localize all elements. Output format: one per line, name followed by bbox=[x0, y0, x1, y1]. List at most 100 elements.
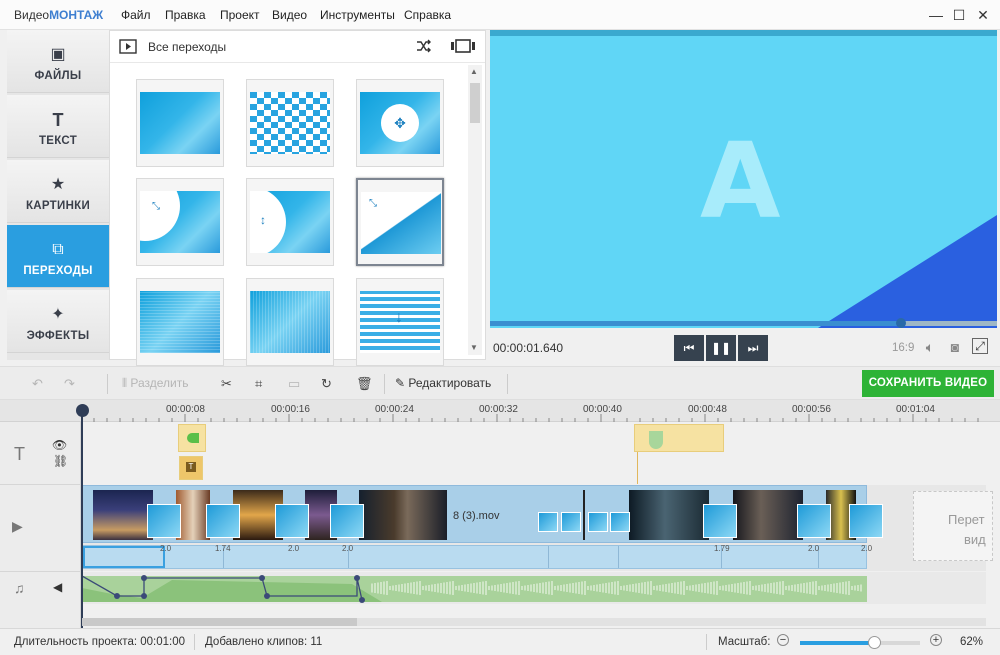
text-icon: T bbox=[186, 462, 196, 472]
transition-marker[interactable] bbox=[610, 512, 630, 532]
slideshow-icon[interactable] bbox=[450, 39, 476, 53]
divider bbox=[384, 374, 385, 394]
text-clip[interactable] bbox=[178, 424, 206, 452]
menu-help[interactable]: Справка bbox=[404, 8, 451, 22]
sidebar-item-pictures[interactable]: ★ КАРТИНКИ bbox=[7, 160, 109, 223]
volume-icon[interactable]: 🔈︎ bbox=[921, 338, 939, 356]
track-headers: T 👁︎ ⛓︎ ▶︎ ♫ ◀︎ bbox=[0, 422, 81, 632]
sidebar-item-text[interactable]: T ТЕКСТ bbox=[7, 95, 109, 158]
crop-icon[interactable]: ⌗ bbox=[255, 376, 262, 392]
zoom-slider-handle[interactable] bbox=[868, 636, 882, 649]
panel-header: Все переходы bbox=[110, 31, 485, 63]
clip-thumbnail[interactable] bbox=[176, 490, 210, 540]
image-icon: ▣ bbox=[50, 46, 66, 63]
selected-segment[interactable] bbox=[83, 546, 165, 568]
video-sub-strip[interactable] bbox=[82, 545, 867, 569]
panel-scrollbar[interactable]: ▲ ▼ bbox=[468, 65, 482, 355]
add-video-dropzone[interactable]: Перет вид bbox=[913, 491, 993, 561]
transition-duration: 2.0 bbox=[160, 544, 172, 553]
transition-marker[interactable] bbox=[275, 504, 309, 538]
undo-icon[interactable]: ↶ bbox=[32, 376, 43, 392]
text-track-icon: T bbox=[14, 444, 25, 464]
clips-count: Добавлено клипов: 11 bbox=[205, 636, 323, 648]
playhead[interactable] bbox=[76, 404, 89, 417]
clip-thumbnail[interactable] bbox=[359, 490, 447, 540]
transition-marker[interactable] bbox=[588, 512, 608, 532]
text-clip-icon[interactable]: T bbox=[179, 456, 203, 480]
video-clips-strip[interactable]: 8 (3).mov bbox=[82, 485, 883, 543]
scroll-up-icon[interactable]: ▲ bbox=[470, 67, 478, 76]
play-frame-icon[interactable] bbox=[119, 39, 137, 54]
text-clip[interactable] bbox=[634, 424, 724, 452]
transition-side-circle[interactable]: ↕ bbox=[246, 178, 334, 266]
split-button[interactable]: ⫴ Разделить bbox=[122, 376, 189, 391]
shuffle-icon[interactable] bbox=[416, 39, 432, 53]
transition-corner-circle[interactable]: ⤡ bbox=[136, 178, 224, 266]
skip-forward-button[interactable]: ⏭ bbox=[738, 335, 768, 361]
timeline-scroll-thumb[interactable] bbox=[82, 618, 357, 626]
save-video-button[interactable]: СОХРАНИТЬ ВИДЕО bbox=[862, 370, 994, 397]
clip-thumbnail[interactable] bbox=[629, 490, 709, 540]
scroll-down-icon[interactable]: ▼ bbox=[470, 343, 478, 352]
zoom-in-icon[interactable]: + bbox=[930, 634, 942, 646]
transition-marker[interactable] bbox=[147, 504, 181, 538]
transition-marker[interactable] bbox=[538, 512, 558, 532]
transition-duration: 1.79 bbox=[714, 544, 730, 553]
menu-tools[interactable]: Инструменты bbox=[320, 8, 395, 22]
split-icon: ⫴ bbox=[122, 376, 128, 390]
transition-marker[interactable] bbox=[330, 504, 364, 538]
panel-title: Все переходы bbox=[148, 40, 227, 54]
close-button[interactable]: ✕ bbox=[972, 5, 994, 25]
transition-checker[interactable] bbox=[246, 79, 334, 167]
menu-video[interactable]: Видео bbox=[272, 8, 307, 22]
audio-track[interactable] bbox=[82, 572, 986, 604]
fullscreen-icon[interactable]: ⤢ bbox=[972, 338, 988, 354]
transition-lines[interactable] bbox=[246, 278, 334, 366]
zoom-slider[interactable] bbox=[800, 636, 920, 649]
text-transition-marker bbox=[649, 431, 663, 449]
timeline-scrollbar[interactable] bbox=[82, 618, 986, 626]
aspect-ratio[interactable]: 16:9 bbox=[892, 342, 914, 354]
minimize-button[interactable]: — bbox=[925, 5, 947, 25]
speaker-icon[interactable]: ◀︎ bbox=[53, 580, 62, 594]
menu-edit[interactable]: Правка bbox=[165, 8, 206, 22]
sidebar-item-files[interactable]: ▣ ФАЙЛЫ bbox=[7, 30, 109, 93]
dropzone-text: вид bbox=[964, 532, 986, 547]
scroll-thumb[interactable] bbox=[470, 83, 480, 123]
clip-thumbnail[interactable] bbox=[733, 490, 803, 540]
menu-project[interactable]: Проект bbox=[220, 8, 260, 22]
zoom-out-icon[interactable]: − bbox=[777, 634, 789, 646]
rotate-icon[interactable]: ↻ bbox=[321, 376, 332, 392]
sidebar-item-effects[interactable]: ✦ ЭФФЕКТЫ bbox=[7, 290, 109, 353]
transition-marker[interactable] bbox=[561, 512, 581, 532]
seek-bar[interactable] bbox=[490, 318, 997, 328]
text-icon: T bbox=[52, 110, 64, 130]
magic-wand-icon: ✦ bbox=[51, 306, 65, 323]
maximize-button[interactable]: ☐ bbox=[948, 5, 970, 25]
aspect-icon[interactable]: ▭ bbox=[288, 376, 300, 392]
cut-icon[interactable]: ✂ bbox=[221, 376, 232, 392]
seek-handle[interactable] bbox=[895, 318, 906, 328]
timeline-ruler[interactable]: 00:00:08 00:00:16 00:00:24 00:00:32 00:0… bbox=[0, 400, 1000, 422]
transition-marker[interactable] bbox=[797, 504, 831, 538]
transition-diagonal-wipe[interactable]: ⤡ bbox=[356, 178, 444, 266]
eye-icon[interactable]: 👁︎ bbox=[52, 438, 67, 452]
redo-icon[interactable]: ↷ bbox=[64, 376, 75, 392]
pause-button[interactable]: ❚❚ bbox=[706, 335, 736, 361]
menu-file[interactable]: Файл bbox=[121, 8, 151, 22]
transition-circle[interactable]: ✥ bbox=[356, 79, 444, 167]
camera-icon[interactable]: ◙ bbox=[946, 338, 964, 356]
link-icon[interactable]: ⛓︎ bbox=[53, 454, 68, 468]
delete-icon[interactable]: 🗑︎ bbox=[356, 376, 373, 392]
transition-blinds-down[interactable]: ↓ bbox=[356, 278, 444, 366]
clip-thumbnail[interactable] bbox=[93, 490, 153, 540]
transition-marker[interactable] bbox=[849, 504, 883, 538]
transition-marker[interactable] bbox=[206, 504, 240, 538]
video-preview[interactable]: A bbox=[490, 30, 997, 328]
skip-back-button[interactable]: ⏮ bbox=[674, 335, 704, 361]
transition-fade[interactable] bbox=[136, 79, 224, 167]
edit-button[interactable]: ✎ Редактировать bbox=[395, 376, 491, 390]
transition-lines-left[interactable] bbox=[136, 278, 224, 366]
transition-marker[interactable] bbox=[703, 504, 737, 538]
sidebar-item-transitions[interactable]: ⧉ ПЕРЕХОДЫ bbox=[7, 225, 109, 288]
